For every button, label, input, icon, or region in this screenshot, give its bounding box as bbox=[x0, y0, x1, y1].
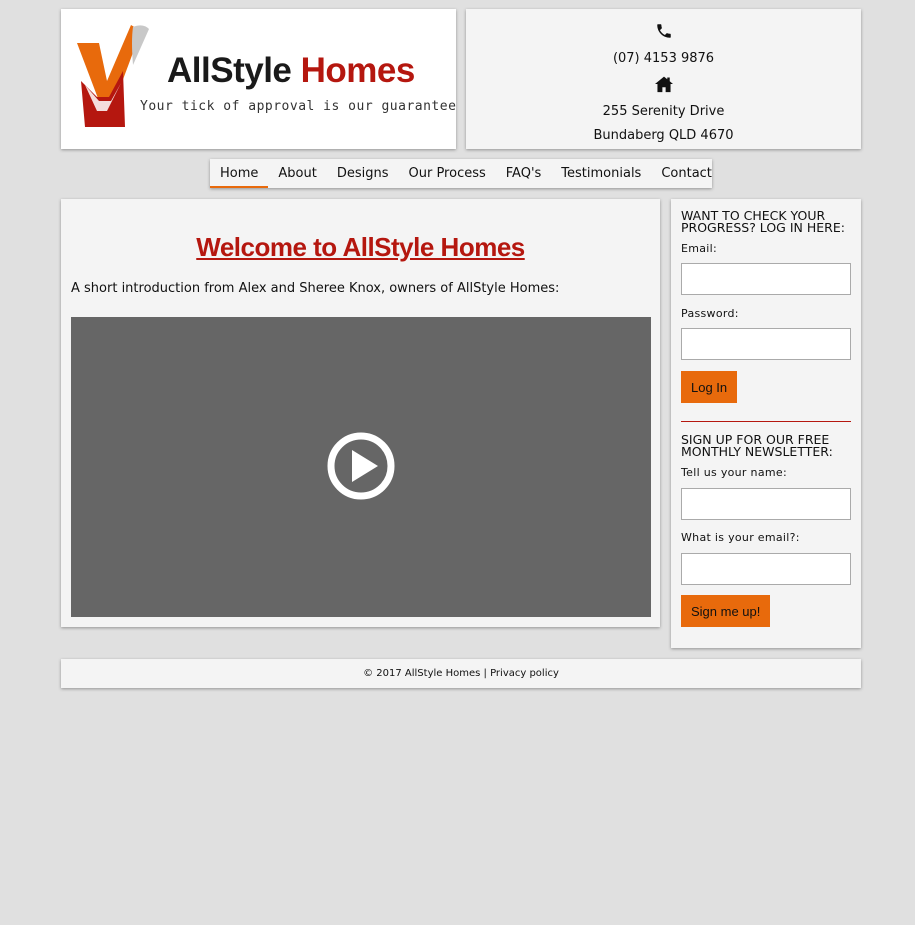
contact-address-line2: Bundaberg QLD 4670 bbox=[593, 128, 734, 143]
play-icon[interactable] bbox=[326, 431, 396, 501]
nav-item-faqs[interactable]: FAQ's bbox=[496, 159, 552, 188]
main-nav: Home About Designs Our Process FAQ's Tes… bbox=[210, 159, 712, 188]
page-title: Welcome to AllStyle Homes bbox=[196, 232, 525, 262]
nav-item-home[interactable]: Home bbox=[210, 159, 269, 188]
contact-address-line1: 255 Serenity Drive bbox=[602, 104, 725, 119]
newsletter-name-label: Tell us your name: bbox=[681, 466, 787, 479]
nav-item-testimonials[interactable]: Testimonials bbox=[551, 159, 651, 188]
footer: © 2017 AllStyle Homes | Privacy policy bbox=[61, 659, 861, 688]
newsletter-email-input[interactable] bbox=[681, 553, 851, 585]
nav-item-contact[interactable]: Contact bbox=[651, 159, 722, 188]
phone-icon bbox=[466, 22, 861, 40]
main-content: Welcome to AllStyle Homes A short introd… bbox=[61, 199, 660, 627]
brand-name-part1: AllStyle bbox=[167, 51, 292, 90]
sidebar: WANT TO CHECK YOUR PROGRESS? LOG IN HERE… bbox=[671, 199, 861, 648]
contact-phone[interactable]: (07) 4153 9876 bbox=[466, 51, 861, 66]
home-icon bbox=[466, 75, 861, 93]
login-email-input[interactable] bbox=[681, 263, 851, 295]
contact-panel: (07) 4153 9876 255 Serenity Drive Bundab… bbox=[466, 9, 861, 149]
nav-item-about[interactable]: About bbox=[268, 159, 326, 188]
intro-text: A short introduction from Alex and Shere… bbox=[71, 281, 560, 296]
login-password-label: Password: bbox=[681, 307, 739, 320]
newsletter-name-input[interactable] bbox=[681, 488, 851, 520]
signup-button[interactable]: Sign me up! bbox=[681, 595, 771, 627]
login-button[interactable]: Log In bbox=[681, 371, 738, 403]
privacy-policy-link[interactable]: Privacy policy bbox=[490, 668, 559, 679]
tick-logo-icon bbox=[77, 25, 149, 127]
footer-copyright: © 2017 AllStyle Homes | bbox=[363, 668, 487, 679]
brand-name-part2: Homes bbox=[300, 51, 416, 90]
login-heading: WANT TO CHECK YOUR PROGRESS? LOG IN HERE… bbox=[681, 208, 845, 235]
video-player[interactable] bbox=[71, 317, 651, 617]
login-password-input[interactable] bbox=[681, 328, 851, 360]
newsletter-heading: SIGN UP FOR OUR FREE MONTHLY NEWSLETTER: bbox=[681, 432, 833, 459]
logo-panel: AllStyle Homes Your tick of approval is … bbox=[61, 9, 456, 149]
newsletter-email-label: What is your email?: bbox=[681, 531, 800, 544]
sidebar-divider bbox=[681, 421, 851, 422]
login-email-label: Email: bbox=[681, 242, 718, 255]
brand-name: AllStyle Homes bbox=[167, 51, 415, 91]
nav-item-designs[interactable]: Designs bbox=[327, 159, 399, 188]
nav-item-our-process[interactable]: Our Process bbox=[399, 159, 496, 188]
brand-tagline: Your tick of approval is our guarantee bbox=[140, 99, 457, 114]
